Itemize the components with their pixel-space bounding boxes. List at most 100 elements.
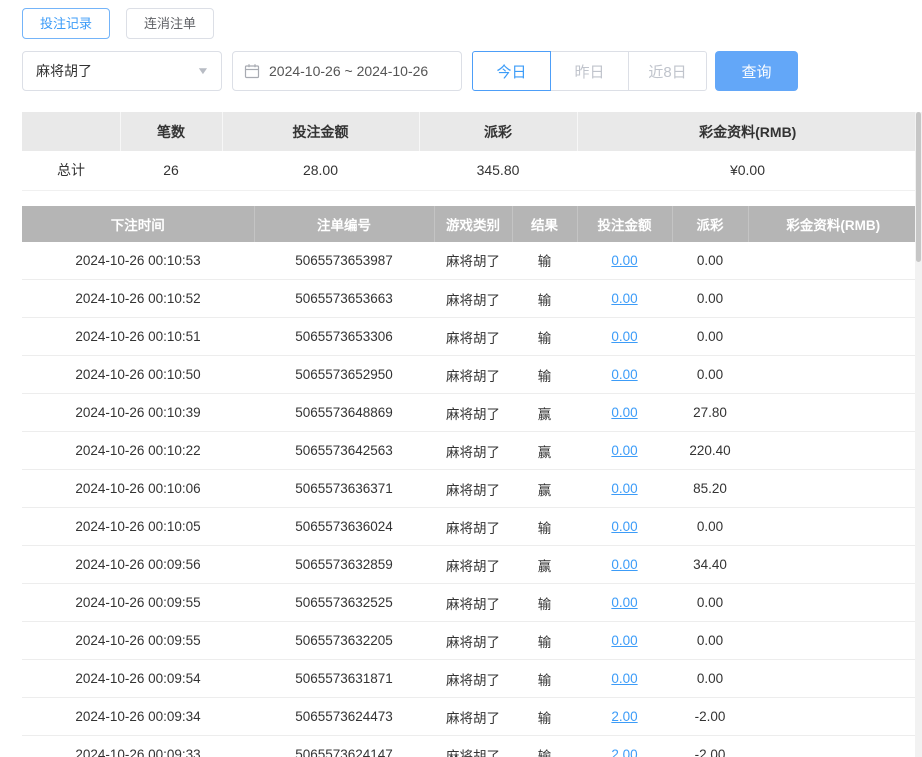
chevron-down-icon: ▼: [196, 65, 210, 77]
date-range-input[interactable]: 2024-10-26 ~ 2024-10-26: [232, 51, 462, 91]
betting-records-page: 投注记录 连消注单 麻将胡了 ▼ 2024-10-26 ~ 2024-10-26…: [0, 0, 922, 757]
range-button-last-8-days[interactable]: 近8日: [628, 51, 707, 91]
order-id-cell: 5065573653987: [254, 241, 434, 280]
bonus-cell: [748, 279, 918, 318]
bonus-cell: [748, 431, 918, 470]
range-button-yesterday[interactable]: 昨日: [550, 51, 629, 91]
payout-cell: 220.40: [672, 431, 748, 470]
bet-amount-link[interactable]: 0.00: [611, 595, 637, 610]
payout-cell: 0.00: [672, 317, 748, 356]
payout-cell: 0.00: [672, 507, 748, 546]
tab-cancelled-orders[interactable]: 连消注单: [126, 8, 215, 39]
game-type-cell: 麻将胡了: [434, 393, 512, 432]
bet-amount-link[interactable]: 0.00: [611, 443, 637, 458]
vertical-scrollbar[interactable]: [915, 112, 922, 757]
summary-header-row: 笔数 投注金额 派彩 彩金资料(RMB): [22, 112, 918, 151]
payout-cell: 0.00: [672, 659, 748, 698]
game-type-cell: 麻将胡了: [434, 545, 512, 584]
payout-cell: 34.40: [672, 545, 748, 584]
game-type-cell: 麻将胡了: [434, 431, 512, 470]
bet-amount-cell: 0.00: [577, 659, 672, 698]
summary-header-bonus: 彩金资料(RMB): [576, 112, 918, 151]
quick-range-group: 今日 昨日 近8日: [472, 51, 707, 91]
bet-time-cell: 2024-10-26 00:10:51: [22, 317, 254, 356]
order-id-cell: 5065573632205: [254, 621, 434, 660]
scrollbar-thumb[interactable]: [916, 112, 921, 262]
bet-amount-link[interactable]: 0.00: [611, 405, 637, 420]
record-row: 2024-10-26 00:10:50 5065573652950 麻将胡了输 0.0…: [22, 355, 918, 394]
order-id-cell: 5065573652950: [254, 355, 434, 394]
column-header-payout: 派彩: [672, 205, 749, 242]
bet-time-cell: 2024-10-26 00:09:55: [22, 583, 254, 622]
result-cell: 输: [512, 735, 577, 757]
order-id-cell: 5065573642563: [254, 431, 434, 470]
bet-amount-link[interactable]: 0.00: [611, 557, 637, 572]
bet-time-cell: 2024-10-26 00:10:39: [22, 393, 254, 432]
record-row: 2024-10-26 00:10:06 5065573636371 麻将胡了赢 0.0…: [22, 469, 918, 508]
bet-amount-cell: 0.00: [577, 621, 672, 660]
bet-time-cell: 2024-10-26 00:09:56: [22, 545, 254, 584]
column-header-bet-amount: 投注金额: [577, 205, 673, 242]
bet-amount-cell: 0.00: [577, 431, 672, 470]
order-id-cell: 5065573632859: [254, 545, 434, 584]
range-button-today[interactable]: 今日: [472, 51, 551, 91]
order-id-cell: 5065573624473: [254, 697, 434, 736]
records-header-row: 下注时间 注单编号 游戏类别 结果 投注金额 派彩 彩金资料(RMB): [22, 205, 918, 242]
summary-total-count: 26: [120, 151, 222, 191]
bonus-cell: [748, 735, 918, 757]
bet-time-cell: 2024-10-26 00:10:50: [22, 355, 254, 394]
bet-amount-link[interactable]: 0.00: [611, 519, 637, 534]
bet-amount-link[interactable]: 0.00: [611, 253, 637, 268]
game-type-select[interactable]: 麻将胡了 ▼: [22, 51, 222, 91]
bet-time-cell: 2024-10-26 00:09:54: [22, 659, 254, 698]
record-row: 2024-10-26 00:10:51 5065573653306 麻将胡了输 0.0…: [22, 317, 918, 356]
bet-amount-link[interactable]: 0.00: [611, 291, 637, 306]
bet-time-cell: 2024-10-26 00:10:22: [22, 431, 254, 470]
summary-total-row: 总计 26 28.00 345.80 ¥0.00: [22, 151, 918, 191]
result-cell: 输: [512, 659, 577, 698]
calendar-icon: [244, 63, 260, 79]
summary-header-count: 笔数: [119, 112, 222, 151]
result-cell: 赢: [512, 431, 577, 470]
bonus-cell: [748, 583, 918, 622]
bet-time-cell: 2024-10-26 00:09:34: [22, 697, 254, 736]
summary-total-bet-amount: 28.00: [222, 151, 419, 191]
payout-cell: 0.00: [672, 583, 748, 622]
payout-cell: 0.00: [672, 621, 748, 660]
order-id-cell: 5065573624147: [254, 735, 434, 757]
result-cell: 赢: [512, 545, 577, 584]
bet-time-cell: 2024-10-26 00:10:05: [22, 507, 254, 546]
bonus-cell: [748, 355, 918, 394]
query-button[interactable]: 查询: [715, 51, 798, 91]
bet-amount-cell: 2.00: [577, 735, 672, 757]
records-table: 下注时间 注单编号 游戏类别 结果 投注金额 派彩 彩金资料(RMB) 2024…: [22, 205, 918, 757]
result-cell: 赢: [512, 393, 577, 432]
bet-time-cell: 2024-10-26 00:09:55: [22, 621, 254, 660]
bet-amount-link[interactable]: 0.00: [611, 671, 637, 686]
bonus-cell: [748, 317, 918, 356]
bet-amount-cell: 0.00: [577, 469, 672, 508]
record-row: 2024-10-26 00:10:52 5065573653663 麻将胡了输 0.0…: [22, 279, 918, 318]
payout-cell: 85.20: [672, 469, 748, 508]
game-type-cell: 麻将胡了: [434, 697, 512, 736]
record-row: 2024-10-26 00:09:34 5065573624473 麻将胡了输 2.0…: [22, 697, 918, 736]
bet-amount-link[interactable]: 2.00: [611, 709, 637, 724]
bet-amount-link[interactable]: 0.00: [611, 633, 637, 648]
tab-betting-records[interactable]: 投注记录: [22, 8, 111, 39]
game-type-cell: 麻将胡了: [434, 583, 512, 622]
bet-amount-link[interactable]: 0.00: [611, 367, 637, 382]
summary-total-bonus: ¥0.00: [577, 151, 918, 191]
record-row: 2024-10-26 00:09:56 5065573632859 麻将胡了赢 0.0…: [22, 545, 918, 584]
game-type-select-value: 麻将胡了: [36, 63, 92, 79]
order-id-cell: 5065573636024: [254, 507, 434, 546]
result-cell: 赢: [512, 469, 577, 508]
bet-amount-link[interactable]: 0.00: [611, 329, 637, 344]
result-cell: 输: [512, 507, 577, 546]
bonus-cell: [748, 545, 918, 584]
bet-amount-link[interactable]: 2.00: [611, 747, 637, 757]
bet-amount-link[interactable]: 0.00: [611, 481, 637, 496]
records-table-body: 2024-10-26 00:10:53 5065573653987 麻将胡了输 0.0…: [22, 241, 918, 757]
payout-cell: 0.00: [672, 241, 748, 280]
result-cell: 输: [512, 621, 577, 660]
game-type-cell: 麻将胡了: [434, 241, 512, 280]
